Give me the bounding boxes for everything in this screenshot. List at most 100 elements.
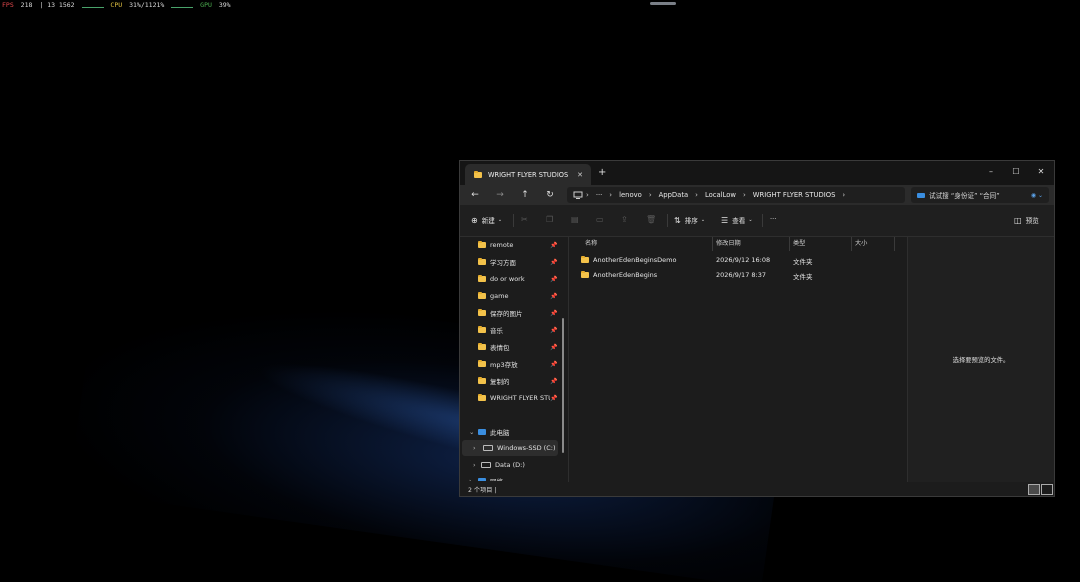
folder-icon	[478, 292, 486, 299]
tab-wright-flyer-studios[interactable]: WRIGHT FLYER STUDIOS ✕	[465, 164, 591, 185]
more-options-label: ···	[770, 215, 777, 223]
more-options-button[interactable]: ···	[770, 215, 776, 223]
copy-button[interactable]: ❐	[546, 215, 557, 224]
sidebar-item-mp3[interactable]: mp3存放 📌	[460, 356, 563, 372]
close-window-button[interactable]: ✕	[1028, 164, 1054, 180]
chevron-right-icon[interactable]: ›	[842, 191, 845, 199]
column-divider[interactable]	[851, 237, 852, 251]
file-modified: 2026/9/12 16:08	[716, 256, 771, 264]
refresh-button[interactable]: ↻	[542, 188, 558, 202]
column-header-type[interactable]: 类型	[793, 237, 805, 251]
back-button[interactable]: ←	[467, 188, 483, 202]
table-row[interactable]: AnotherEdenBegins 2026/9/17 8:37 文件夹	[575, 268, 895, 283]
breadcrumb-locallow[interactable]: LocalLow	[705, 191, 736, 199]
sidebar-item-saved-pictures[interactable]: 保存的图片 📌	[460, 305, 563, 321]
navigation-bar: ← → ↑ ↻ › ··· › lenovo › AppData › Local…	[460, 185, 1054, 205]
new-tab-button[interactable]: +	[598, 167, 606, 178]
title-bar[interactable]: WRIGHT FLYER STUDIOS ✕ + – ☐ ✕	[460, 161, 1054, 185]
column-header-modified[interactable]: 修改日期	[716, 237, 741, 251]
sort-button[interactable]: ⇅ 排序 ⌄	[674, 215, 705, 226]
chevron-right-icon: ›	[609, 191, 613, 199]
rename-button[interactable]: ▭	[596, 215, 608, 224]
computer-icon	[573, 191, 583, 199]
minimize-button[interactable]: –	[978, 164, 1004, 180]
sidebar-item-music[interactable]: 音乐 📌	[460, 322, 563, 338]
paste-button[interactable]: ▤	[571, 215, 583, 224]
chevron-right-icon[interactable]: ›	[469, 477, 472, 481]
navigation-pane[interactable]: remote 📌 学习方面 📌 do or work 📌 game 📌 保存的图…	[460, 237, 567, 481]
sidebar-item-game[interactable]: game 📌	[460, 288, 563, 304]
preview-pane: 选择要预览的文件。	[907, 237, 1054, 482]
share-button[interactable]: ⇪	[621, 215, 632, 224]
preview-empty-message: 选择要预览的文件。	[952, 357, 1010, 364]
chevron-right-icon: ›	[586, 191, 589, 199]
folder-icon	[478, 258, 486, 265]
search-placeholder: 试试搜 “身份证” “合同”	[929, 192, 1000, 200]
frametime-graph	[81, 2, 104, 8]
sidebar-item-network[interactable]: › 网络	[460, 473, 563, 481]
column-divider[interactable]	[894, 237, 895, 251]
column-header-name[interactable]: 名称	[585, 237, 597, 251]
top-drag-handle[interactable]	[650, 2, 676, 5]
sidebar-item-do-or-work[interactable]: do or work 📌	[460, 271, 563, 287]
sidebar-item-drive-c[interactable]: › Windows-SSD (C:)	[462, 440, 558, 456]
pin-icon: 📌	[550, 309, 558, 317]
sidebar-item-this-pc[interactable]: ⌄ 此电脑	[460, 424, 563, 440]
preview-pane-button[interactable]: ◫ 预览	[1014, 215, 1039, 226]
view-button[interactable]: ☰ 查看 ⌄	[721, 215, 753, 226]
pin-icon: 📌	[550, 377, 558, 385]
pin-icon: 📌	[550, 292, 558, 300]
chevron-down-icon: ⌄	[497, 217, 503, 223]
sidebar-item-remote[interactable]: remote 📌	[460, 237, 563, 253]
sidebar-item-label: 网络	[490, 476, 503, 481]
delete-button[interactable]: 🗑	[646, 215, 660, 224]
folder-icon	[478, 309, 486, 316]
cpu-graph	[171, 2, 194, 8]
sidebar-item-label: game	[490, 292, 509, 300]
sidebar-item-label: 此电脑	[490, 429, 510, 437]
plus-circle-icon: ⊕	[471, 215, 478, 225]
sidebar-item-label: 保存的图片	[490, 310, 523, 318]
sidebar-item-label: WRIGHT FLYER STUDIOS	[490, 394, 550, 402]
sidebar-item-label: Windows-SSD (C:)	[497, 444, 556, 452]
breadcrumb-lenovo[interactable]: lenovo	[619, 191, 642, 199]
breadcrumb-more[interactable]: ···	[596, 191, 602, 199]
new-button[interactable]: ⊕ 新建 ⌄	[471, 215, 503, 226]
chevron-right-icon[interactable]: ›	[473, 444, 476, 452]
sidebar-item-label: remote	[490, 241, 514, 249]
column-divider[interactable]	[789, 237, 790, 251]
chevron-down-icon[interactable]: ⌄	[469, 428, 474, 436]
sidebar-item-study[interactable]: 学习方面 📌	[460, 254, 563, 270]
tab-close-icon[interactable]: ✕	[577, 171, 583, 179]
view-button-label: 查看	[732, 217, 746, 225]
sidebar-item-copied[interactable]: 复制的 📌	[460, 373, 563, 389]
sidebar-item-drive-d[interactable]: › Data (D:)	[460, 457, 563, 473]
breadcrumb-appdata[interactable]: AppData	[659, 191, 689, 199]
search-copilot-icon[interactable]: ◉ ⌄	[1031, 192, 1043, 199]
folder-icon	[581, 256, 589, 263]
search-box[interactable]: 试试搜 “身份证” “合同” ◉ ⌄	[911, 187, 1049, 203]
gpu-value: 39%	[218, 1, 231, 9]
preview-pane-icon: ◫	[1014, 215, 1022, 225]
navigation-scrollbar[interactable]	[562, 318, 564, 453]
chevron-right-icon[interactable]: ›	[473, 461, 476, 469]
address-bar[interactable]: › ··· › lenovo › AppData › LocalLow › WR…	[567, 187, 905, 203]
sidebar-item-wright-flyer-studios[interactable]: WRIGHT FLYER STUDIOS 📌	[460, 390, 563, 406]
breadcrumb-wright-flyer-studios[interactable]: WRIGHT FLYER STUDIOS	[753, 191, 836, 199]
fps-label: FPS	[2, 1, 14, 9]
up-button[interactable]: ↑	[517, 188, 533, 202]
folder-icon	[581, 271, 589, 278]
table-row[interactable]: AnotherEdenBeginsDemo 2026/9/12 16:08 文件…	[575, 253, 895, 268]
tiles-view-icon[interactable]	[1041, 484, 1053, 495]
column-header-size[interactable]: 大小	[855, 237, 867, 251]
forward-button[interactable]: →	[492, 188, 508, 202]
chevron-down-icon: ⌄	[748, 217, 753, 223]
details-view-icon[interactable]	[1028, 484, 1040, 495]
cut-button[interactable]: ✂	[521, 215, 532, 224]
sidebar-item-stickers[interactable]: 表情包 📌	[460, 339, 563, 355]
chevron-right-icon: ›	[742, 191, 746, 199]
view-lines-icon: ☰	[721, 215, 729, 225]
file-type: 文件夹	[793, 258, 813, 266]
column-divider[interactable]	[712, 237, 713, 251]
maximize-button[interactable]: ☐	[1003, 164, 1029, 180]
